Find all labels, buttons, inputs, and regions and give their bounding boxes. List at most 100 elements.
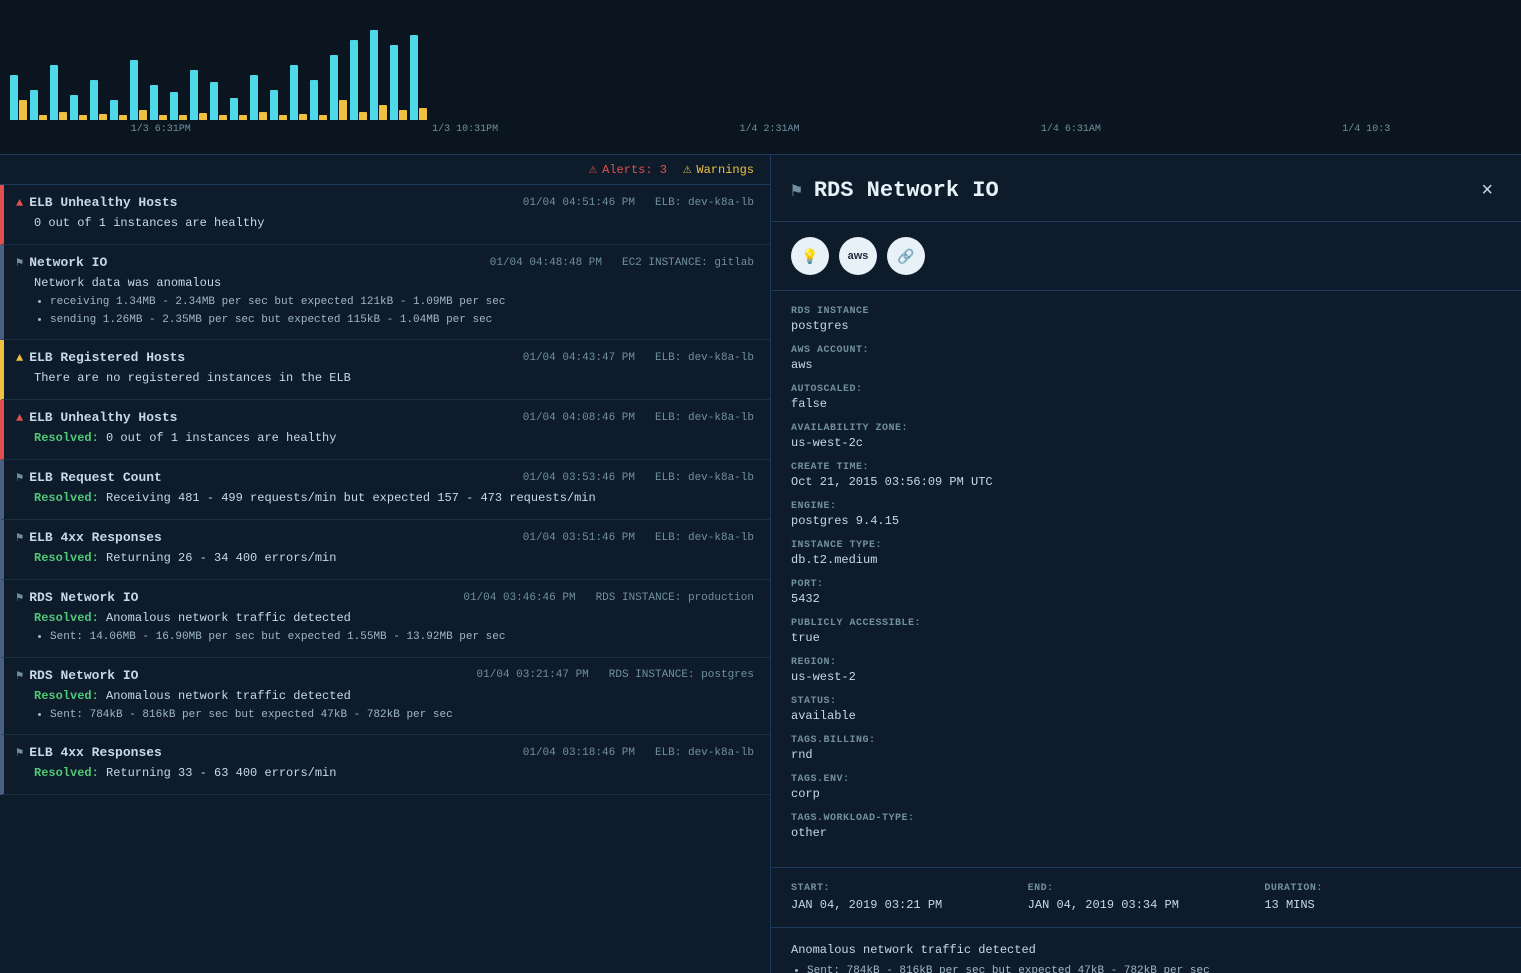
cyan-bar: [370, 30, 378, 120]
list-item[interactable]: ⚑ Network IO 01/04 04:48:48 PMEC2 INSTANCE…: [0, 245, 770, 340]
link-icon-button[interactable]: 🔗: [887, 237, 925, 275]
alerts-panel[interactable]: ⚠ Alerts: 3 ⚠ Warnings ▲ELB Unhealthy Ho…: [0, 155, 770, 973]
list-item[interactable]: ⚑ELB Request Count01/04 03:53:46 PMELB: …: [0, 460, 770, 520]
prop-value: us-west-2c: [791, 436, 1501, 450]
chart-label: 1/4 10:3: [1342, 124, 1390, 135]
prop-row: TAGS.WORKLOAD-TYPE:other: [791, 813, 1501, 840]
alert-title: Network IO: [29, 255, 107, 270]
alert-time: 01/04 03:51:46 PM: [523, 532, 635, 544]
alert-body: Resolved: Returning 26 - 34 400 errors/m…: [16, 551, 754, 565]
flag-icon: ⚑: [16, 668, 23, 683]
detail-timing: START: JAN 04, 2019 03:21 PM END: JAN 04…: [771, 867, 1521, 927]
cyan-bar: [150, 85, 158, 120]
list-item[interactable]: ⚑RDS Network IO01/04 03:21:47 PMRDS INST…: [0, 658, 770, 736]
detail-flag-icon: ⚑: [791, 180, 802, 202]
cyan-bar: [410, 35, 418, 120]
cyan-bar: [130, 60, 138, 120]
bar-group: [130, 60, 147, 120]
alert-item-header: ⚑ Network IO 01/04 04:48:48 PMEC2 INSTANCE…: [16, 255, 754, 270]
alert-main-text: Resolved: 0 out of 1 instances are healt…: [34, 431, 754, 445]
alert-main-text: Resolved: Returning 26 - 34 400 errors/m…: [34, 551, 754, 565]
alert-title: ELB Registered Hosts: [29, 350, 185, 365]
triangle-icon: ▲: [16, 351, 23, 365]
alert-time: 01/04 03:21:47 PM: [477, 669, 589, 681]
prop-value: postgres: [791, 319, 1501, 333]
alert-item-header: ▲ELB Registered Hosts01/04 04:43:47 PMEL…: [16, 350, 754, 365]
cyan-bar: [210, 82, 218, 120]
prop-row: REGION:us-west-2: [791, 657, 1501, 684]
alert-title: ELB 4xx Responses: [29, 530, 162, 545]
alert-body: Resolved: Anomalous network traffic dete…: [16, 611, 754, 647]
alert-title-section: ▲ELB Unhealthy Hosts: [16, 410, 177, 425]
prop-value: available: [791, 709, 1501, 723]
list-item[interactable]: ▲ELB Registered Hosts01/04 04:43:47 PMEL…: [0, 340, 770, 400]
cyan-bar: [170, 92, 178, 120]
detail-description: Anomalous network traffic detected Sent:…: [771, 927, 1521, 973]
alert-main-text: Resolved: Returning 33 - 63 400 errors/m…: [34, 766, 754, 780]
alert-source: ELB: dev-k8a-lb: [655, 472, 754, 484]
bar-group: [190, 70, 207, 120]
timing-duration: DURATION: 13 MINS: [1264, 883, 1501, 912]
cyan-bar: [110, 100, 118, 120]
alert-item-header: ⚑ELB 4xx Responses01/04 03:18:46 PMELB: …: [16, 745, 754, 760]
chart-label: 1/4 6:31AM: [1041, 124, 1101, 135]
list-item[interactable]: ▲ELB Unhealthy Hosts01/04 04:51:46 PMELB…: [0, 185, 770, 245]
list-item[interactable]: ▲ELB Unhealthy Hosts01/04 04:08:46 PMELB…: [0, 400, 770, 460]
bar-group: [70, 95, 87, 120]
prop-value: us-west-2: [791, 670, 1501, 684]
cyan-bar: [310, 80, 318, 120]
cyan-bar: [350, 40, 358, 120]
yellow-bar: [299, 114, 307, 120]
prop-value: other: [791, 826, 1501, 840]
list-item[interactable]: ⚑RDS Network IO01/04 03:46:46 PMRDS INST…: [0, 580, 770, 658]
alert-title-section: ⚑ELB Request Count: [16, 470, 162, 485]
yellow-bar: [359, 112, 367, 120]
alert-title: RDS Network IO: [29, 590, 138, 605]
prop-row: AUTOSCALED:false: [791, 384, 1501, 411]
bar-group: [250, 75, 267, 120]
prop-row: STATUS:available: [791, 696, 1501, 723]
alert-meta: 01/04 03:18:46 PMELB: dev-k8a-lb: [523, 747, 754, 759]
cyan-bar: [270, 90, 278, 120]
prop-row: PORT:5432: [791, 579, 1501, 606]
warnings-count-badge: ⚠ Warnings: [683, 161, 754, 178]
bar-group: [210, 82, 227, 120]
alert-meta: 01/04 04:48:48 PMEC2 INSTANCE: gitlab: [490, 257, 754, 269]
cyan-bar: [250, 75, 258, 120]
alert-bullet-item: Sent: 784kB - 816kB per sec but expected…: [50, 707, 754, 725]
yellow-bar: [179, 115, 187, 120]
yellow-bar: [419, 108, 427, 120]
list-item[interactable]: ⚑ELB 4xx Responses01/04 03:18:46 PMELB: …: [0, 735, 770, 795]
cyan-bar: [90, 80, 98, 120]
prop-row: AWS ACCOUNT:aws: [791, 345, 1501, 372]
close-button[interactable]: ×: [1473, 175, 1501, 206]
yellow-bar: [159, 115, 167, 120]
list-item[interactable]: ⚑ELB 4xx Responses01/04 03:51:46 PMELB: …: [0, 520, 770, 580]
flag-icon: ⚑: [16, 255, 23, 270]
alerts-header-bar: ⚠ Alerts: 3 ⚠ Warnings: [0, 155, 770, 185]
alert-main-text: 0 out of 1 instances are healthy: [34, 216, 754, 230]
prop-row: PUBLICLY ACCESSIBLE:true: [791, 618, 1501, 645]
alert-source: RDS INSTANCE: production: [596, 592, 754, 604]
alerts-count-badge: ⚠ Alerts: 3: [589, 161, 667, 178]
bulb-icon-button[interactable]: 💡: [791, 237, 829, 275]
prop-value: corp: [791, 787, 1501, 801]
bar-group: [170, 92, 187, 120]
alert-item-header: ⚑ELB 4xx Responses01/04 03:51:46 PMELB: …: [16, 530, 754, 545]
bar-group: [150, 85, 167, 120]
prop-row: AVAILABILITY ZONE: us-west-2c: [791, 423, 1501, 450]
bar-group: [290, 65, 307, 120]
detail-header: ⚑ RDS Network IO ×: [771, 155, 1521, 222]
prop-label: AVAILABILITY ZONE:: [791, 423, 1501, 434]
bar-group: [110, 100, 127, 120]
aws-icon-button[interactable]: aws: [839, 237, 877, 275]
cyan-bar: [10, 75, 18, 120]
bar-group: [270, 90, 287, 120]
triangle-icon: ▲: [16, 196, 23, 210]
alert-body: 0 out of 1 instances are healthy: [16, 216, 754, 230]
alert-body: Resolved: Anomalous network traffic dete…: [16, 689, 754, 725]
resolved-label: Resolved:: [34, 431, 106, 445]
alert-bullets: Sent: 784kB - 816kB per sec but expected…: [50, 707, 754, 725]
bar-group: [350, 40, 367, 120]
alert-bullets: receiving 1.34MB - 2.34MB per sec but ex…: [50, 294, 754, 329]
